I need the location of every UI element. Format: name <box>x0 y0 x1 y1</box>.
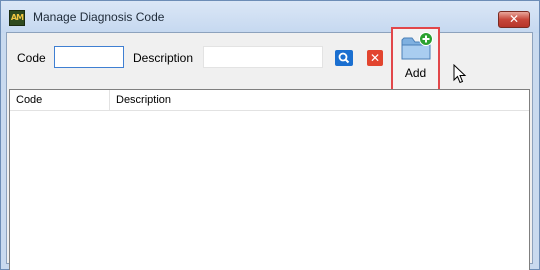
search-button[interactable] <box>335 50 353 66</box>
column-header-code[interactable]: Code <box>10 90 110 110</box>
code-label: Code <box>17 51 46 65</box>
search-icon <box>338 52 350 64</box>
title-bar[interactable]: AM Manage Diagnosis Code ✕ <box>1 1 539 33</box>
mouse-cursor-icon <box>453 64 467 84</box>
description-input[interactable] <box>203 46 323 68</box>
close-button[interactable]: ✕ <box>498 11 530 28</box>
description-label: Description <box>133 51 194 65</box>
folder-add-icon <box>401 32 433 60</box>
grid-header: Code Description <box>10 90 529 111</box>
diagnosis-code-grid[interactable]: Code Description <box>9 89 530 270</box>
column-header-description[interactable]: Description <box>110 90 529 110</box>
add-button-label: Add <box>404 66 427 80</box>
app-icon: AM <box>9 10 25 26</box>
code-input[interactable] <box>54 46 124 68</box>
window-title: Manage Diagnosis Code <box>33 10 165 24</box>
add-button[interactable]: Add <box>391 27 440 92</box>
clear-button[interactable]: ✕ <box>367 50 383 66</box>
